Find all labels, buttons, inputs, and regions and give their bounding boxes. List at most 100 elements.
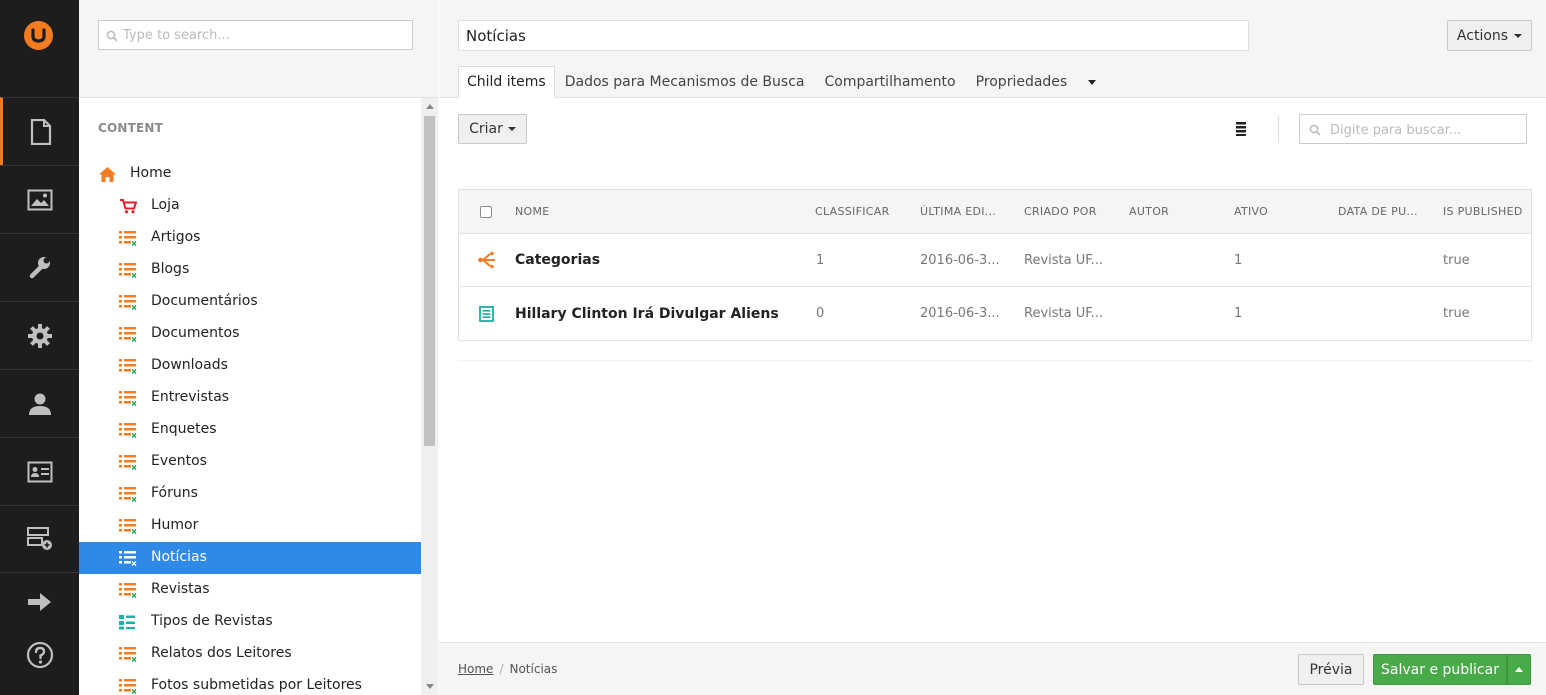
- tree-node[interactable]: Downloads: [79, 350, 421, 382]
- save-and-publish-button[interactable]: Salvar e publicar: [1373, 654, 1507, 685]
- list-search-input[interactable]: [1330, 120, 1520, 140]
- create-label: Criar: [469, 121, 503, 137]
- column-header-last-edited[interactable]: ÚLTIMA EDI...: [920, 190, 996, 233]
- list-icon: [119, 390, 137, 406]
- tree-node[interactable]: Eventos: [79, 446, 421, 478]
- tree-node-label: Notícias: [151, 549, 207, 565]
- column-header-publish-date[interactable]: DATA DE PU...: [1338, 190, 1418, 233]
- table-row[interactable]: Categorias 1 2016-06-3... Revista UF... …: [459, 234, 1531, 287]
- tab-seo[interactable]: Dados para Mecanismos de Busca: [555, 66, 815, 98]
- tree-node[interactable]: Entrevistas: [79, 382, 421, 414]
- tree-node-label: Relatos dos Leitores: [151, 645, 292, 661]
- section-users[interactable]: [0, 369, 79, 437]
- list-icon: [119, 358, 137, 374]
- page-name-input[interactable]: [458, 20, 1249, 51]
- list-icon: [119, 326, 137, 342]
- select-all-checkbox[interactable]: [480, 205, 492, 218]
- column-header-author[interactable]: AUTOR: [1129, 190, 1169, 233]
- section-forms[interactable]: [0, 505, 79, 573]
- tab-child-items[interactable]: Child items: [458, 66, 555, 98]
- list-search-box[interactable]: [1299, 114, 1527, 144]
- caret-down-icon: [507, 127, 516, 131]
- tree-node[interactable]: Artigos: [79, 222, 421, 254]
- article-icon: [479, 287, 494, 340]
- tree-node[interactable]: Humor: [79, 510, 421, 542]
- tree-node[interactable]: Home: [79, 158, 421, 190]
- tab-more-button[interactable]: [1077, 66, 1107, 98]
- table-row[interactable]: Hillary Clinton Irá Divulgar Aliens 0 20…: [459, 287, 1531, 340]
- tree-node[interactable]: Blogs: [79, 254, 421, 286]
- scroll-thumb[interactable]: [424, 116, 435, 446]
- tree-node[interactable]: Relatos dos Leitores: [79, 638, 421, 670]
- actions-button[interactable]: Actions: [1447, 20, 1532, 51]
- user-icon: [27, 391, 53, 417]
- create-button[interactable]: Criar: [458, 114, 527, 144]
- list-icon: [119, 230, 137, 246]
- umbraco-logo-icon[interactable]: [24, 21, 53, 50]
- tree-scrollbar[interactable]: [421, 98, 438, 695]
- row-last-edited: 2016-06-3...: [920, 306, 1000, 321]
- column-header-created-by[interactable]: CRIADO POR: [1024, 190, 1097, 233]
- breadcrumb-home-link[interactable]: Home: [458, 662, 493, 676]
- tab-label: Compartilhamento: [824, 74, 956, 90]
- tree-node[interactable]: Tipos de Revistas: [79, 606, 421, 638]
- tree-node-label: Artigos: [151, 229, 201, 245]
- tree-node[interactable]: Fóruns: [79, 478, 421, 510]
- tree-node[interactable]: Loja: [79, 190, 421, 222]
- row-active: 1: [1234, 252, 1243, 268]
- tree-node-label: Entrevistas: [151, 389, 230, 405]
- section-members[interactable]: [0, 437, 79, 505]
- row-sort: 1: [816, 252, 825, 268]
- tree-node[interactable]: Fotos submetidas por Leitores: [79, 670, 421, 695]
- section-developer[interactable]: [0, 301, 79, 369]
- actions-label: Actions: [1456, 27, 1509, 44]
- section-settings[interactable]: [0, 233, 79, 301]
- tree-node[interactable]: Documentários: [79, 286, 421, 318]
- tree-node[interactable]: Notícias: [79, 542, 421, 574]
- tree-node-label: Fóruns: [151, 485, 198, 501]
- tree-node-label: Fotos submetidas por Leitores: [151, 677, 362, 693]
- row-name[interactable]: Hillary Clinton Irá Divulgar Aliens: [515, 287, 779, 340]
- editor-header: Actions Child items Dados para Mecanismo…: [439, 0, 1546, 98]
- row-is-published: true: [1443, 252, 1470, 268]
- content-tree-panel: CONTENT Home Loja Artigos Blogs Documentário…: [79, 0, 438, 695]
- column-header-active[interactable]: ATIVO: [1234, 190, 1268, 233]
- scroll-down-icon[interactable]: [426, 684, 434, 689]
- row-active: 1: [1234, 306, 1243, 321]
- editor-panel: Actions Child items Dados para Mecanismo…: [439, 0, 1546, 695]
- list-icon: [119, 550, 137, 566]
- tree-node[interactable]: Enquetes: [79, 414, 421, 446]
- tree-search-input[interactable]: [123, 25, 403, 45]
- list-layout-icon[interactable]: [1236, 122, 1246, 140]
- list-icon: [119, 582, 137, 598]
- breadcrumb: Home / Notícias: [458, 662, 557, 676]
- section-media[interactable]: [0, 165, 79, 233]
- row-name[interactable]: Categorias: [515, 234, 600, 286]
- column-header-name[interactable]: NOME: [515, 190, 550, 233]
- tree-node[interactable]: Revistas: [79, 574, 421, 606]
- content-document-icon: [30, 118, 52, 145]
- table-bottom-line: [458, 360, 1532, 361]
- exit-button[interactable]: [0, 584, 79, 624]
- publish-options-button[interactable]: [1507, 654, 1531, 685]
- preview-button[interactable]: Prévia: [1298, 654, 1364, 685]
- column-header-is-published[interactable]: IS PUBLISHED: [1443, 190, 1523, 233]
- list-icon: [119, 454, 137, 470]
- tab-properties[interactable]: Propriedades: [966, 66, 1078, 98]
- tree-search-box[interactable]: [98, 20, 413, 50]
- scroll-up-icon[interactable]: [426, 104, 434, 109]
- tree-node-label: Documentos: [151, 325, 240, 341]
- row-is-published: true: [1443, 306, 1470, 321]
- tree-header: [79, 0, 438, 98]
- tree-node[interactable]: Documentos: [79, 318, 421, 350]
- tree-node-label: Tipos de Revistas: [151, 613, 273, 629]
- tab-label: Dados para Mecanismos de Busca: [564, 74, 805, 90]
- row-created-by: Revista UF...: [1024, 306, 1104, 321]
- cart-icon: [119, 198, 138, 214]
- tab-sharing[interactable]: Compartilhamento: [814, 66, 965, 98]
- section-content[interactable]: [0, 97, 79, 165]
- help-button[interactable]: [0, 637, 79, 677]
- breadcrumb-separator: /: [499, 662, 504, 676]
- column-header-sort[interactable]: CLASSIFICAR: [815, 190, 890, 233]
- select-all-checkbox-cell[interactable]: [480, 190, 492, 233]
